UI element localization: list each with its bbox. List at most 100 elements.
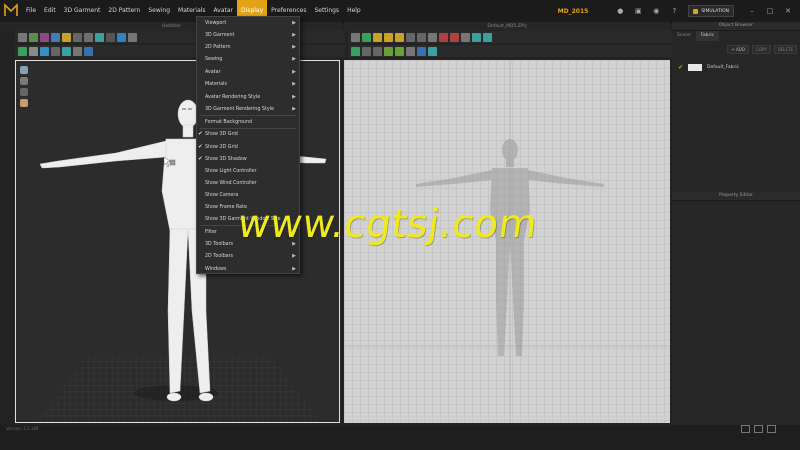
edit-texture-icon[interactable] [106,32,115,42]
menu-2d-pattern[interactable]: 2D Pattern [104,0,144,22]
avatar-tool-icon[interactable] [18,46,27,56]
menu-item-sewing[interactable]: Sewing ▶ [197,54,299,65]
seam-allowance-icon[interactable] [373,46,382,56]
submenu-arrow-icon: ▶ [292,266,296,272]
menu-item-3d-garment-rendering-style[interactable]: 3D Garment Rendering Style ▶ [197,104,299,115]
simulation-button[interactable]: SIMULATION [688,5,734,17]
menu-settings[interactable]: Settings [310,0,343,22]
edit-texture-2d-icon[interactable] [417,46,426,56]
tab-fabric[interactable]: Fabric [695,31,720,41]
help-icon[interactable]: ? [670,7,678,15]
status-text: Version: 2.1.189 [6,426,39,431]
skin-offset-icon[interactable] [51,46,60,56]
menu-item-show-3d-shadow[interactable]: ✔ Show 3D Shadow [197,154,299,165]
menu-item-label: 2D Pattern [205,45,231,50]
menu-item-avatar-rendering-style[interactable]: Avatar Rendering Style ▶ [197,92,299,103]
close-icon[interactable]: ✕ [784,7,792,15]
viewport2d-title: Default_MD5.ZPrj [344,22,670,31]
menu-edit[interactable]: Edit [40,0,60,22]
shirt-icon[interactable] [117,32,126,42]
menu-item-3d-toolbars[interactable]: 3D Toolbars ▶ [197,239,299,250]
transform-pattern-icon[interactable] [362,32,371,42]
fold-tool-icon[interactable] [73,32,82,42]
submenu-arrow-icon: ▶ [292,106,296,112]
measure-tool-icon[interactable] [84,32,93,42]
hanger-tool-icon[interactable] [40,46,49,56]
menu-item-format-background[interactable]: Format Background [197,117,299,128]
menu-item-show-2d-grid[interactable]: ✔ Show 2D Grid [197,142,299,153]
sewing-edit-icon[interactable] [351,46,360,56]
menu-item-show-light-controller[interactable]: Show Light Controller [197,166,299,177]
copy-button[interactable]: COPY [751,45,771,54]
select-pattern-icon[interactable] [351,32,360,42]
garment-tool-icon[interactable] [40,32,49,42]
menu-3d-garment[interactable]: 3D Garment [60,0,105,22]
fabric-swatch [688,64,703,71]
layout-split-icon[interactable] [754,425,763,433]
avatar-view-icon[interactable] [20,77,28,85]
texture-tool-icon[interactable] [95,32,104,42]
maximize-icon[interactable]: □ [766,7,774,15]
curve-point-icon[interactable] [395,32,404,42]
menu-item-viewport[interactable]: Viewport ▶ [197,18,299,29]
dart-icon[interactable] [439,32,448,42]
garment-view-icon[interactable] [20,88,28,96]
menu-item-filter[interactable]: Filter ▶ [197,227,299,238]
free-sewing-icon[interactable] [483,32,492,42]
trace-icon[interactable] [461,32,470,42]
segment-sewing-icon[interactable] [472,32,481,42]
pin-tool-icon[interactable] [62,32,71,42]
graphic-icon[interactable] [428,46,437,56]
zipper-tool-icon[interactable] [62,46,71,56]
edit-point-icon[interactable] [373,32,382,42]
menu-item-show-frame-rate[interactable]: Show Frame Rate [197,202,299,213]
menu-item-show-camera[interactable]: Show Camera [197,190,299,201]
menu-item-label: Format Background [205,120,253,125]
menu-item-show-wind-controller[interactable]: Show Wind Controller [197,178,299,189]
right-panel: Object Browser Scene Fabric + ADD COPY D… [672,22,800,425]
user-icon[interactable]: ● [616,7,624,15]
menu-item-3d-garment[interactable]: 3D Garment ▶ [197,30,299,41]
minimize-icon[interactable]: – [748,7,756,15]
record-tool-icon[interactable] [84,46,93,56]
tack-tool-icon[interactable] [51,32,60,42]
menu-help[interactable]: Help [343,0,365,22]
menu-item-materials[interactable]: Materials ▶ [197,79,299,90]
delete-button[interactable]: DELETE [773,45,797,54]
menu-item-windows[interactable]: Windows ▶ [197,264,299,275]
menu-item-label: Show 3D Garment Window Size [205,217,281,222]
viewport-2d[interactable] [344,60,670,423]
seam-line-icon[interactable] [362,46,371,56]
camera-view-icon[interactable] [20,66,28,74]
topstitch-tool-icon[interactable] [128,32,137,42]
menu-item-show-3d-grid[interactable]: ✔ Show 3D Grid [197,129,299,140]
grainline-icon[interactable] [384,46,393,56]
menu-sewing[interactable]: Sewing [144,0,174,22]
button-tool-icon[interactable] [73,46,82,56]
internal-rect-icon[interactable] [450,32,459,42]
settings-icon[interactable]: ◉ [652,7,660,15]
select-tool-icon[interactable] [18,32,27,42]
menu-item-2d-toolbars[interactable]: 2D Toolbars ▶ [197,251,299,262]
add-button[interactable]: + ADD [727,45,749,54]
circle-icon[interactable] [428,32,437,42]
menu-file[interactable]: File [22,0,40,22]
arrangement-tool-icon[interactable] [29,46,38,56]
menu-item-label: Show Frame Rate [205,205,247,210]
layout-single-icon[interactable] [741,425,750,433]
submenu-arrow-icon: ▶ [292,44,296,50]
notch-icon[interactable] [395,46,404,56]
add-point-icon[interactable] [384,32,393,42]
face-view-icon[interactable] [20,99,28,107]
tab-scene[interactable]: Scene [672,31,696,41]
layout-grid-icon[interactable] [767,425,776,433]
menu-item-avatar[interactable]: Avatar ▶ [197,67,299,78]
transform-tool-icon[interactable] [29,32,38,42]
rectangle-icon[interactable] [417,32,426,42]
polygon-icon[interactable] [406,32,415,42]
menu-item-2d-pattern[interactable]: 2D Pattern ▶ [197,42,299,53]
fabric-list-item[interactable]: ✔ Default_Fabric [672,58,800,77]
texture-2d-icon[interactable] [406,46,415,56]
cart-icon[interactable]: ▣ [634,7,642,15]
menu-item-show-3d-garment-window-size[interactable]: Show 3D Garment Window Size [197,214,299,225]
